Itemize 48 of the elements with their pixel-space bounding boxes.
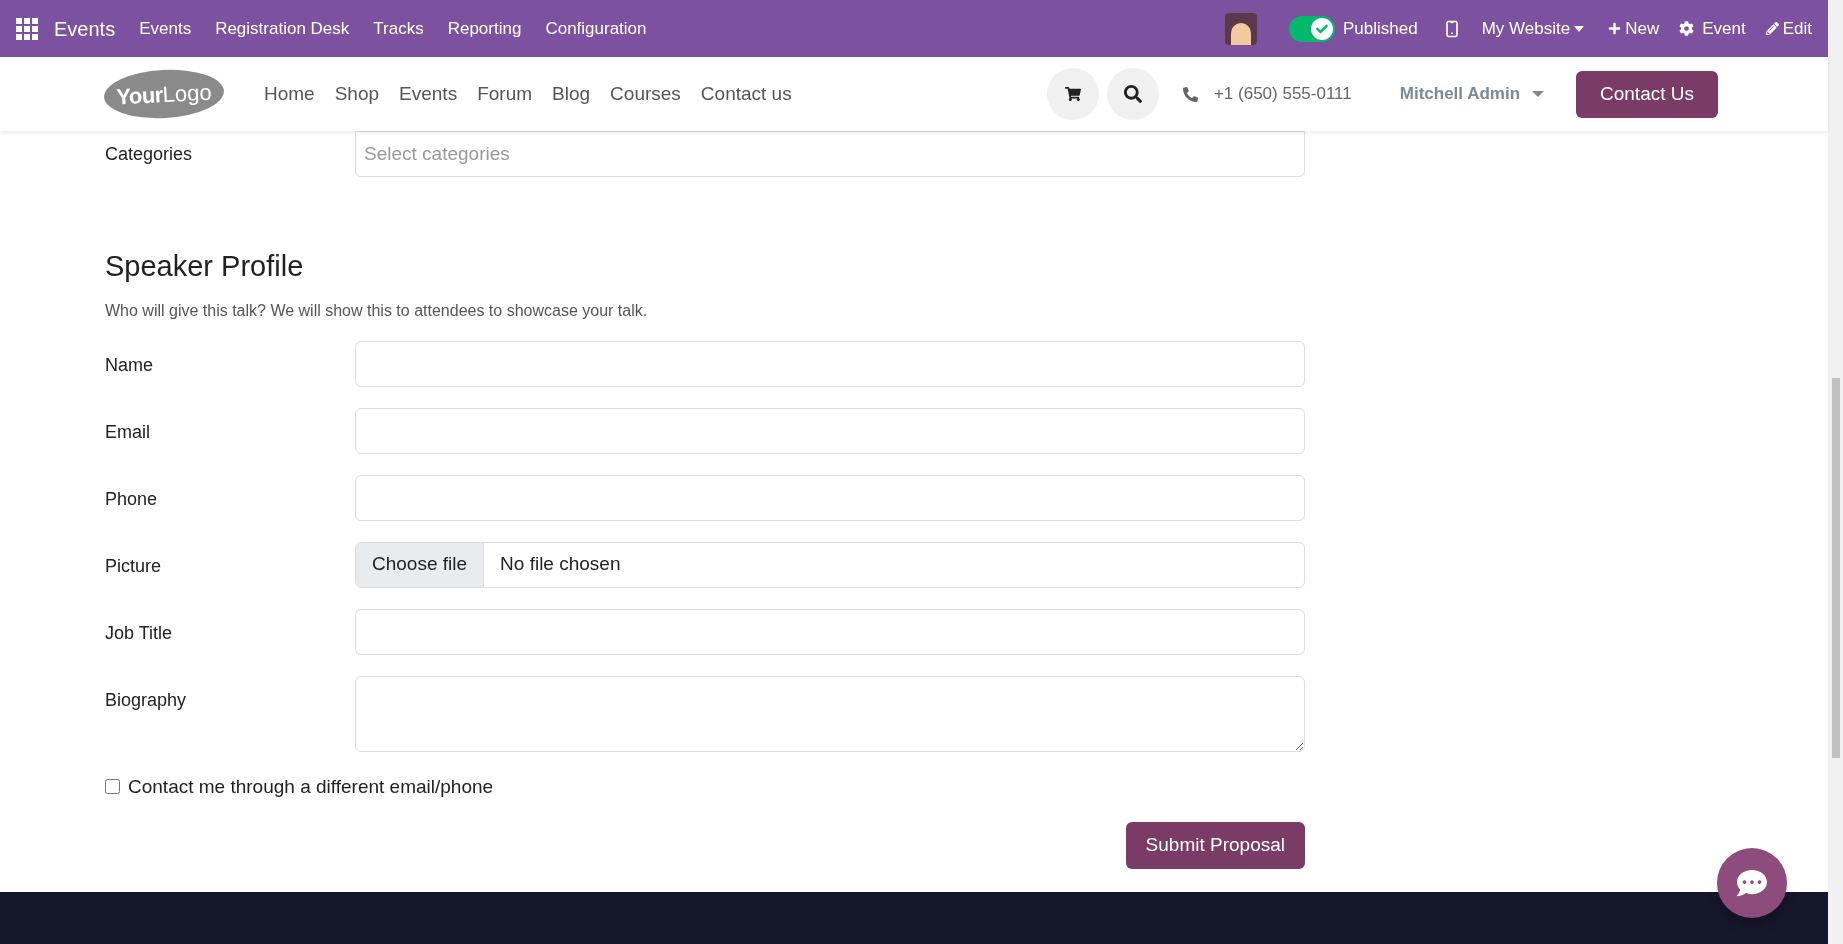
- nav-link[interactable]: Home: [264, 79, 315, 109]
- nav-link[interactable]: Forum: [477, 79, 533, 109]
- file-status: No file chosen: [499, 552, 622, 577]
- pencil-icon: [1765, 22, 1779, 35]
- cart-icon: [1064, 86, 1081, 102]
- edit-button[interactable]: Edit: [1765, 15, 1812, 42]
- nav-link[interactable]: Contact us: [700, 79, 792, 109]
- section-description: Who will give this talk? We will show this to attendees to showcase your talk.: [105, 300, 649, 321]
- contact-checkbox[interactable]: [105, 779, 120, 795]
- menu-item[interactable]: Tracks: [373, 15, 424, 42]
- phone-number[interactable]: +1 (650) 555-0111: [1213, 81, 1352, 107]
- check-icon: [1316, 22, 1329, 35]
- nav-link[interactable]: Events: [399, 79, 458, 109]
- plus-icon: [1608, 22, 1622, 35]
- menu-item[interactable]: Reporting: [447, 15, 522, 42]
- field-label: Picture: [105, 554, 163, 578]
- submit-button[interactable]: Submit Proposal: [1125, 822, 1305, 869]
- chat-icon: [1737, 868, 1767, 898]
- gear-icon: [1679, 21, 1695, 36]
- event-button[interactable]: Event: [1679, 15, 1746, 42]
- field-label: Job Title: [105, 621, 174, 645]
- apps-grid-icon[interactable]: [16, 17, 38, 40]
- checkbox-label: Contact me through a different email/phone: [128, 774, 494, 799]
- contact-us-button[interactable]: Contact Us: [1576, 70, 1718, 118]
- phone-icon: [1182, 86, 1198, 102]
- choose-file-button[interactable]: Choose file: [356, 542, 485, 587]
- nav-link[interactable]: Shop: [334, 79, 380, 109]
- search-icon: [1123, 85, 1142, 103]
- publish-toggle[interactable]: [1289, 15, 1336, 42]
- field-label: Name: [105, 353, 154, 377]
- field-label: Categories: [105, 142, 194, 166]
- file-input[interactable]: Choose file No file chosen: [355, 541, 1305, 588]
- menu-item[interactable]: Registration Desk: [215, 15, 350, 42]
- nav-link[interactable]: Blog: [552, 79, 591, 109]
- field-label: Phone: [105, 487, 159, 511]
- website-dropdown[interactable]: My Website: [1481, 15, 1585, 42]
- field-label: Email: [105, 420, 151, 444]
- new-button[interactable]: New: [1608, 15, 1660, 42]
- field-label: Biography: [105, 688, 188, 712]
- section-heading: Speaker Profile: [105, 249, 305, 284]
- categories-field[interactable]: Select categories: [355, 131, 1305, 177]
- avatar-icon[interactable]: [1225, 12, 1258, 45]
- menu-item[interactable]: Configuration: [545, 15, 647, 42]
- menu-item[interactable]: Events: [139, 15, 192, 42]
- user-menu[interactable]: Mitchell Admin: [1399, 81, 1544, 107]
- app-name[interactable]: Events: [54, 13, 116, 44]
- published-label: Published: [1343, 17, 1418, 40]
- nav-link[interactable]: Courses: [610, 79, 681, 109]
